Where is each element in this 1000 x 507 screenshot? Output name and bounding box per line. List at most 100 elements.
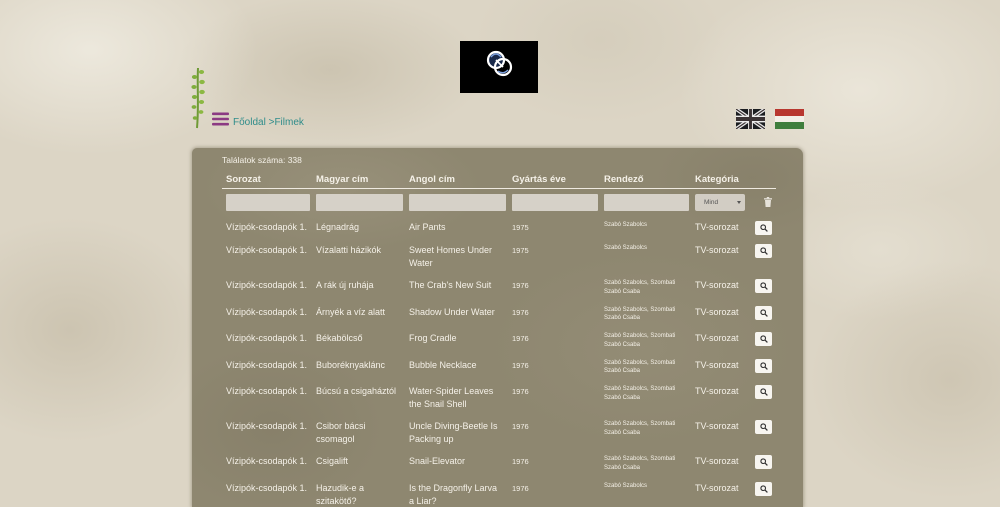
search-icon bbox=[759, 335, 768, 343]
hungarian-title-filter-input[interactable] bbox=[316, 194, 403, 211]
view-details-button[interactable] bbox=[755, 420, 772, 434]
action-cell bbox=[751, 416, 776, 451]
hungarian-title-cell: Békabölcső bbox=[316, 333, 363, 343]
view-details-button[interactable] bbox=[755, 305, 772, 320]
production-year-cell: 1976 bbox=[512, 422, 529, 431]
view-details-button[interactable] bbox=[755, 221, 772, 235]
series-cell: Vízipók-csodapók 1. bbox=[226, 456, 308, 466]
view-details-button[interactable] bbox=[755, 455, 772, 469]
table-header-row: Sorozat Magyar cím Angol cím Gyártás éve… bbox=[222, 170, 776, 189]
action-cell bbox=[751, 355, 776, 382]
production-year-cell: 1975 bbox=[512, 223, 529, 232]
table-row: Vízipók-csodapók 1. Buboréknyaklánc Bubble… bbox=[222, 355, 776, 382]
production-year-cell: 1976 bbox=[512, 360, 529, 370]
table-row: Vízipók-csodapók 1. Árnyék a víz alatt Sha… bbox=[222, 302, 776, 329]
category-filter-select[interactable]: Mind bbox=[695, 194, 745, 211]
breadcrumb-home-link[interactable]: Főoldal bbox=[233, 117, 266, 128]
view-details-button[interactable] bbox=[755, 358, 772, 373]
table-row: Vízipók-csodapók 1. Csigalift Snail-Elevat… bbox=[222, 451, 776, 478]
english-title-cell: Snail-Elevator bbox=[409, 456, 466, 466]
hungarian-title-cell: Búcsú a csigaháztól bbox=[316, 386, 397, 396]
column-header-english-title[interactable]: Angol cím bbox=[405, 170, 508, 189]
filter-cell bbox=[405, 189, 508, 218]
english-title-cell: Bubble Necklace bbox=[409, 359, 477, 370]
column-header-hungarian-title[interactable]: Magyar cím bbox=[312, 170, 405, 189]
director-filter-input[interactable] bbox=[604, 194, 689, 211]
column-header-series[interactable]: Sorozat bbox=[222, 170, 312, 189]
table-row: Vízipók-csodapók 1. Csibor bácsi csomagol… bbox=[222, 416, 776, 451]
clear-filters-button[interactable] bbox=[764, 197, 772, 207]
director-cell: Szabó Szabolcs bbox=[604, 222, 648, 228]
filter-cell bbox=[600, 189, 691, 218]
english-title-cell: Water-Spider Leaves the Snail Shell bbox=[409, 386, 494, 409]
category-cell: TV-sorozat bbox=[695, 222, 739, 232]
view-details-button[interactable] bbox=[755, 279, 772, 293]
result-count: Találatok száma: 338 bbox=[222, 155, 302, 165]
hungarian-title-cell: Árnyék a víz alatt bbox=[316, 306, 386, 317]
column-header-director[interactable]: Rendező bbox=[600, 170, 691, 189]
hungarian-title-cell: Légnadrág bbox=[316, 222, 360, 232]
english-title-filter-input[interactable] bbox=[409, 194, 506, 211]
production-year-cell: 1975 bbox=[512, 246, 529, 255]
action-cell bbox=[751, 328, 776, 355]
director-cell: Szabó Szabolcs, Szombati Szabó Csaba bbox=[604, 456, 676, 471]
director-cell: Szabó Szabolcs, Szombati Szabó Csaba bbox=[604, 386, 676, 401]
column-header-actions bbox=[751, 170, 776, 189]
series-cell: Vízipók-csodapók 1. bbox=[226, 386, 308, 396]
hungarian-title-cell: Csibor bácsi csomagol bbox=[316, 421, 366, 444]
table-row: Vízipók-csodapók 1. Hazudik-e a szitakötő… bbox=[222, 478, 776, 507]
hungarian-title-cell: Csigalift bbox=[316, 456, 349, 466]
table-row: Vízipók-csodapók 1. Légnadrág Air Pants 197… bbox=[222, 217, 776, 240]
series-filter-input[interactable] bbox=[226, 194, 310, 211]
english-title-cell: Is the Dragonfly Larva a Liar? bbox=[409, 482, 498, 506]
english-title-cell: Sweet Homes Under Water bbox=[409, 245, 493, 268]
table-row: Vízipók-csodapók 1. Vízalatti házikók Swee… bbox=[222, 240, 776, 275]
english-title-cell: Uncle Diving-Beetle Is Packing up bbox=[409, 421, 498, 444]
uk-flag-icon[interactable] bbox=[736, 109, 765, 129]
action-cell bbox=[751, 381, 776, 416]
series-cell: Vízipók-csodapók 1. bbox=[226, 280, 308, 290]
hamburger-menu-icon[interactable] bbox=[212, 112, 229, 126]
production-year-cell: 1976 bbox=[512, 457, 529, 466]
production-year-cell: 1976 bbox=[512, 483, 529, 493]
category-cell: TV-sorozat bbox=[695, 306, 739, 317]
chevron-down-icon bbox=[737, 201, 741, 204]
english-title-cell: The Crab's New Suit bbox=[409, 280, 492, 290]
view-details-button[interactable] bbox=[755, 332, 772, 346]
view-details-button[interactable] bbox=[755, 385, 772, 399]
production-year-cell: 1976 bbox=[512, 281, 529, 290]
table-row: Vízipók-csodapók 1. Békabölcső Frog Cradle… bbox=[222, 328, 776, 355]
hungarian-flag-icon[interactable] bbox=[775, 109, 804, 129]
search-icon bbox=[759, 484, 768, 493]
filter-row: Mind bbox=[222, 189, 776, 218]
action-cell bbox=[751, 478, 776, 507]
studio-logo[interactable] bbox=[460, 41, 538, 93]
table-row: Vízipók-csodapók 1. Búcsú a csigaháztól Wa… bbox=[222, 381, 776, 416]
director-cell: Szabó Szabolcs, Szombati Szabó Csaba bbox=[604, 359, 676, 375]
view-details-button[interactable] bbox=[755, 481, 772, 496]
search-icon bbox=[759, 247, 768, 255]
breadcrumb: Főoldal >Filmek bbox=[233, 116, 304, 130]
search-icon bbox=[759, 282, 768, 290]
production-year-cell: 1976 bbox=[512, 387, 529, 396]
director-cell: Szabó Szabolcs, Szombati Szabó Csaba bbox=[604, 280, 676, 295]
plant-decoration-icon bbox=[190, 66, 210, 129]
category-cell: TV-sorozat bbox=[695, 456, 739, 466]
results-panel: Találatok száma: 338 Sorozat Magyar cím … bbox=[192, 148, 803, 507]
director-cell: Szabó Szabolcs, Szombati Szabó Csaba bbox=[604, 306, 676, 322]
search-icon bbox=[759, 361, 768, 370]
series-cell: Vízipók-csodapók 1. bbox=[226, 222, 308, 232]
view-details-button[interactable] bbox=[755, 244, 772, 258]
english-title-cell: Shadow Under Water bbox=[409, 306, 495, 317]
english-title-cell: Air Pants bbox=[409, 222, 446, 232]
english-title-cell: Frog Cradle bbox=[409, 333, 457, 343]
category-cell: TV-sorozat bbox=[695, 359, 739, 370]
hungarian-title-cell: Hazudik-e a szitakötő? bbox=[316, 482, 365, 506]
column-header-production-year[interactable]: Gyártás éve bbox=[508, 170, 600, 189]
category-filter-value: Mind bbox=[704, 199, 719, 206]
filter-cell bbox=[751, 189, 776, 218]
column-header-category[interactable]: Kategória bbox=[691, 170, 751, 189]
search-icon bbox=[759, 458, 768, 466]
year-filter-input[interactable] bbox=[512, 194, 598, 211]
director-cell: Szabó Szabolcs, Szombati Szabó Csaba bbox=[604, 421, 676, 436]
